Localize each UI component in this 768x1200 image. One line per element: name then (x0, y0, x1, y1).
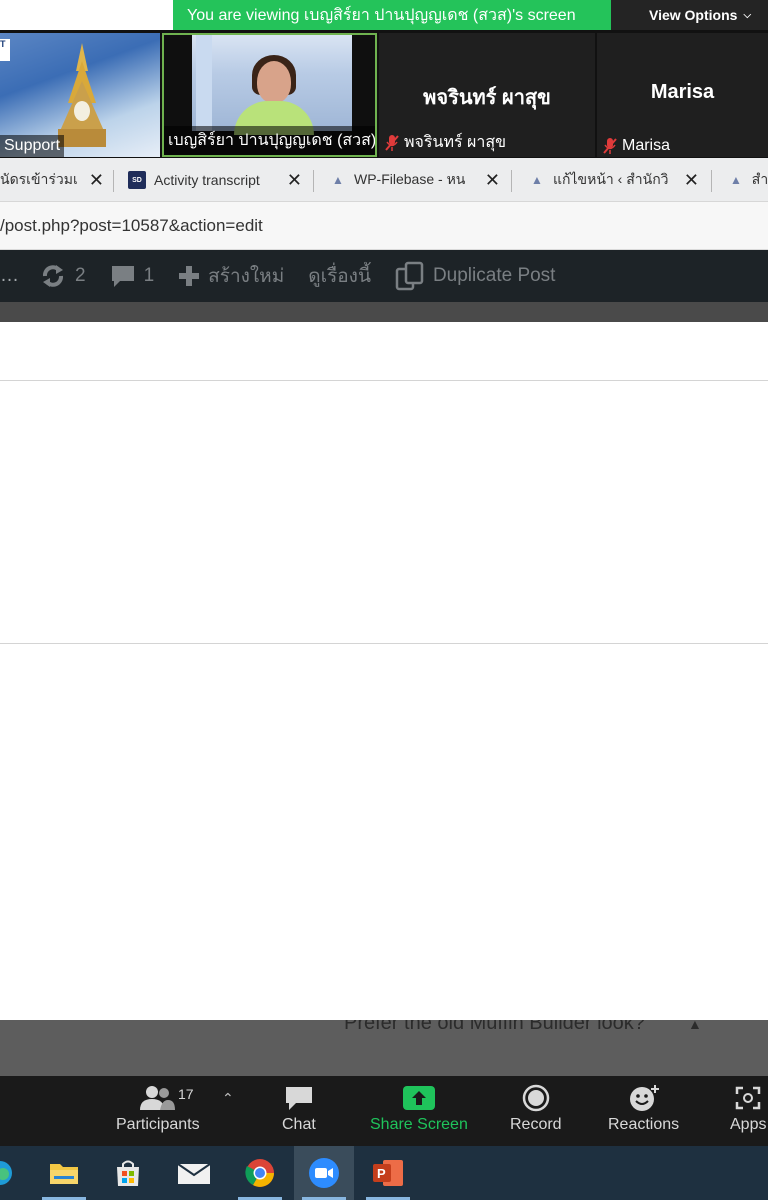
sd-icon: SD (128, 171, 146, 189)
close-icon[interactable]: ✕ (287, 170, 302, 191)
browser-tab[interactable]: ▲ แก้ไขหน้า ‹ สำนักวิ ✕ (529, 166, 699, 194)
record-button[interactable]: Record (510, 1084, 562, 1134)
chat-icon (285, 1087, 312, 1110)
meeting-controls: Participants 17 ⌃ Chat Share Screen Reco… (0, 1076, 768, 1146)
updates-item[interactable]: 2 (39, 262, 86, 290)
video-tile-host[interactable]: เบญสิร์ยา ปานปุญญเดช (สวส) (162, 33, 377, 157)
comments-count: 1 (143, 265, 155, 286)
site-icon: ▲ (332, 173, 344, 187)
screen: { "zoom": { "banner_text": "You are view… (0, 0, 768, 1200)
chat-button[interactable]: Chat (282, 1084, 316, 1134)
participant-label: พจรินทร์ ผาสุข (385, 130, 506, 155)
webcam-video (192, 35, 352, 135)
divider (0, 380, 768, 381)
windows-taskbar: P (0, 1146, 768, 1200)
divider (0, 643, 768, 644)
plus-icon (178, 265, 200, 287)
logo-fragment: T (0, 39, 10, 61)
browser-tab-strip: นัดรเข้าร่วมเ ✕ SD Activity transcript ✕… (0, 158, 768, 202)
admin-bar-overflow[interactable]: … (0, 265, 19, 287)
file-explorer-icon[interactable] (34, 1146, 94, 1200)
mic-muted-icon (385, 134, 399, 151)
comments-item[interactable]: 1 (110, 263, 155, 289)
browser-tab[interactable]: ▲ WP-Filebase - หน ✕ (330, 166, 500, 194)
viewing-banner: You are viewing เบญสิร์ยา ปานปุญญเดช (สว… (173, 0, 611, 30)
share-screen-icon (402, 1086, 435, 1110)
new-content-label: สร้างใหม่ (208, 266, 285, 287)
wp-admin-bar: … 2 1 สร้างใหม่ ดูเรื่องนี้ Duplicate Po… (0, 250, 768, 302)
view-options-label: View Options (649, 7, 738, 23)
chrome-icon[interactable] (230, 1146, 290, 1200)
video-gallery: T Support เบญสิร์ยา ปานปุญญเดช (สวส) พจร… (0, 30, 768, 158)
refresh-icon (39, 262, 67, 290)
record-icon (522, 1084, 550, 1112)
powerpoint-icon[interactable]: P (358, 1146, 418, 1200)
mic-muted-icon (603, 138, 617, 154)
chevron-up-icon[interactable]: ⌃ (222, 1090, 234, 1107)
toolbar-divider (0, 302, 768, 322)
view-post-item[interactable]: ดูเรื่องนี้ (308, 261, 371, 291)
close-icon[interactable]: ✕ (485, 170, 500, 191)
svg-text:P: P (377, 1166, 386, 1181)
participants-icon (139, 1086, 175, 1110)
share-screen-button[interactable]: Share Screen (370, 1084, 468, 1134)
browser-tab[interactable]: ▲ สำ (728, 166, 768, 194)
video-tile-support[interactable]: T Support (0, 33, 160, 157)
comment-icon (110, 263, 136, 289)
video-tile-participant[interactable]: Marisa Marisa (597, 33, 768, 157)
new-content-item[interactable]: สร้างใหม่ (178, 261, 284, 291)
apps-icon (735, 1086, 761, 1110)
site-icon: ▲ (531, 173, 543, 187)
browser-tab[interactable]: SD Activity transcript ✕ (128, 166, 302, 194)
background-page: Prefer the old Muffin Builder look? ▲ (0, 1020, 768, 1076)
view-post-label: ดูเรื่องนี้ (308, 266, 371, 287)
participant-label: Marisa (603, 137, 670, 155)
participant-name: พจรินทร์ ผาสุข (423, 87, 551, 109)
reactions-icon (629, 1085, 659, 1111)
reactions-button[interactable]: Reactions (608, 1084, 679, 1134)
post-editor-area[interactable] (0, 322, 768, 1020)
close-icon[interactable]: ✕ (89, 170, 104, 191)
close-icon[interactable]: ✕ (684, 170, 699, 191)
video-tile-participant[interactable]: พจรินทร์ ผาสุข พจรินทร์ ผาสุข (379, 33, 595, 157)
duplicate-icon (395, 261, 425, 291)
edge-icon[interactable] (0, 1146, 30, 1200)
participants-count: 17 (178, 1086, 194, 1102)
view-options-button[interactable]: View Options ⌵ (611, 0, 768, 30)
duplicate-post-item[interactable]: Duplicate Post (395, 261, 556, 291)
apps-button[interactable]: Apps (730, 1084, 766, 1134)
duplicate-post-label: Duplicate Post (432, 265, 556, 286)
updates-count: 2 (75, 265, 86, 286)
viewing-banner-text: You are viewing เบญสิร์ยา ปานปุญญเดช (สว… (187, 6, 576, 24)
store-icon[interactable] (98, 1146, 158, 1200)
mail-icon[interactable] (164, 1146, 224, 1200)
address-bar[interactable]: /post.php?post=10587&action=edit (0, 202, 768, 250)
caret-up-icon: ▲ (688, 1020, 702, 1032)
browser-tab[interactable]: นัดรเข้าร่วมเ ✕ (0, 166, 104, 194)
builder-prompt-text: Prefer the old Muffin Builder look? (344, 1020, 645, 1034)
participant-name: Marisa (650, 81, 715, 103)
url-text: /post.php?post=10587&action=edit (0, 215, 263, 235)
chevron-down-icon: ⌵ (743, 9, 752, 21)
participant-label: Support (0, 135, 65, 157)
zoom-icon[interactable] (294, 1146, 354, 1200)
site-icon: ▲ (729, 173, 742, 187)
participant-label: เบญสิร์ยา ปานปุญญเดช (สวส) (164, 126, 375, 155)
